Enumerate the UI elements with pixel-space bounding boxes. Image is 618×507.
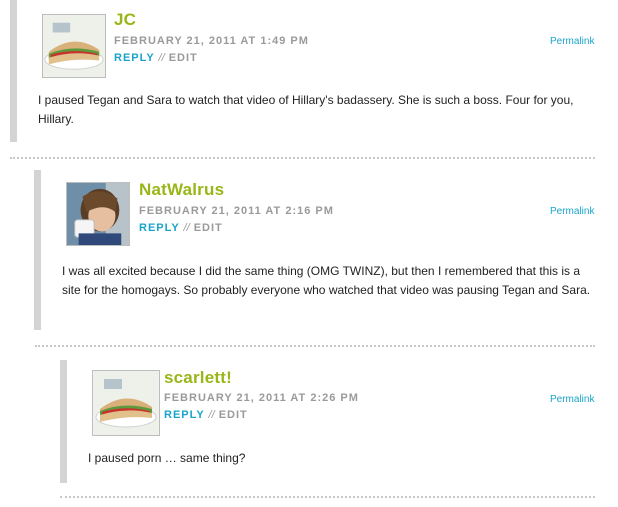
thread-bar [10, 0, 17, 142]
comment-divider [35, 345, 595, 347]
thread-bar [34, 170, 41, 330]
reply-link[interactable]: REPLY [139, 222, 179, 234]
sandwich-avatar-icon [92, 370, 160, 436]
comment-date: FEBRUARY 21, 2011 AT 1:49 PM [114, 35, 309, 47]
comment-actions: REPLY // EDIT [114, 51, 198, 65]
action-separator: // [208, 409, 215, 421]
permalink-link[interactable]: Permalink [550, 394, 594, 405]
comment-body: I paused Tegan and Sara to watch that vi… [38, 93, 574, 126]
comment-divider [60, 496, 595, 498]
thread-bar [60, 360, 67, 483]
comment-1: JC FEBRUARY 21, 2011 AT 1:49 PM REPLY //… [0, 0, 618, 160]
comment-author[interactable]: scarlett! [164, 368, 232, 388]
action-separator: // [158, 52, 165, 64]
comment-actions: REPLY // EDIT [139, 221, 223, 235]
edit-link[interactable]: EDIT [194, 222, 223, 234]
comment-body: I was all excited because I did the same… [62, 264, 591, 297]
action-separator: // [183, 222, 190, 234]
person-drinking-avatar-icon [66, 182, 130, 246]
reply-link[interactable]: REPLY [164, 409, 204, 421]
comment-2: NatWalrus FEBRUARY 21, 2011 AT 2:16 PM R… [0, 170, 618, 340]
comment-3: scarlett! FEBRUARY 21, 2011 AT 2:26 PM R… [0, 360, 618, 500]
comment-author[interactable]: JC [114, 10, 136, 30]
edit-link[interactable]: EDIT [169, 52, 198, 64]
comment-body: I paused porn … same thing? [88, 451, 246, 465]
comment-author[interactable]: NatWalrus [139, 180, 224, 200]
permalink-link[interactable]: Permalink [550, 206, 594, 217]
comment-date: FEBRUARY 21, 2011 AT 2:26 PM [164, 392, 359, 404]
comment-actions: REPLY // EDIT [164, 408, 248, 422]
edit-link[interactable]: EDIT [219, 409, 248, 421]
comment-divider [10, 157, 595, 159]
reply-link[interactable]: REPLY [114, 52, 154, 64]
comment-date: FEBRUARY 21, 2011 AT 2:16 PM [139, 205, 334, 217]
sandwich-avatar-icon [42, 14, 106, 78]
permalink-link[interactable]: Permalink [550, 36, 594, 47]
